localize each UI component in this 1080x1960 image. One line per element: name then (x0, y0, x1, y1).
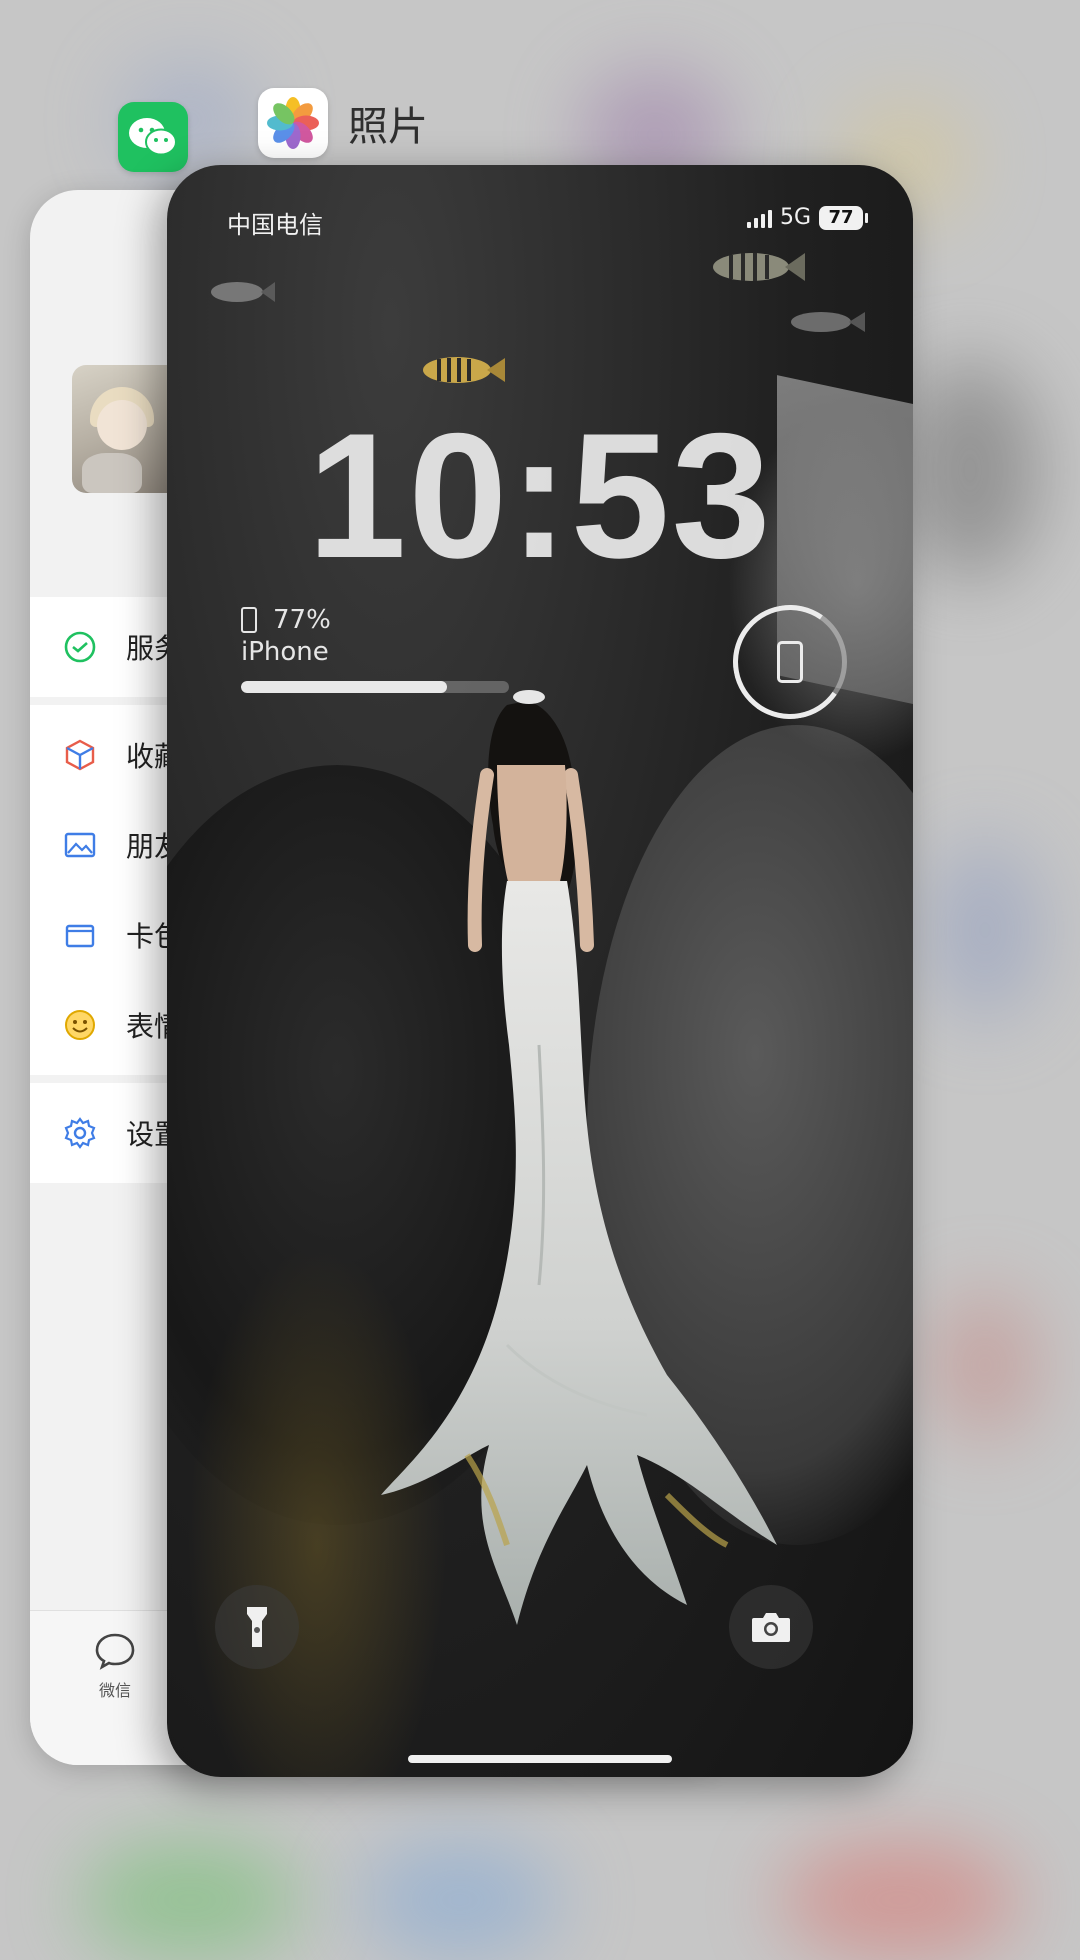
service-icon (60, 627, 100, 667)
photos-app-icon[interactable] (258, 88, 328, 158)
settings-icon (60, 1113, 100, 1153)
battery-progress-fill (241, 681, 448, 693)
chat-bubble-icon (95, 1633, 135, 1670)
flashlight-icon (247, 1607, 267, 1647)
background-blur (360, 1840, 560, 1960)
carrier-label: 中国电信 (227, 211, 323, 239)
card-wallet-icon (60, 915, 100, 955)
background-blur (80, 1840, 300, 1960)
sticker-icon (60, 1005, 100, 1045)
status-indicators: 5G 77 (746, 205, 868, 230)
background-blur (930, 1290, 1040, 1440)
battery-widget[interactable]: 77% iPhone (241, 605, 521, 693)
photos-app-card[interactable]: 中国电信 5G 77 10:53 77% iPhone (167, 165, 913, 1777)
favorites-icon (60, 735, 100, 775)
tab-chats-label: 微信 (98, 1681, 131, 1700)
phone-battery-icon (241, 607, 257, 633)
home-indicator[interactable] (408, 1755, 672, 1763)
battery-device-name: iPhone (241, 637, 329, 667)
moments-icon (60, 825, 100, 865)
wechat-app-label[interactable] (118, 102, 188, 172)
signal-strength-icon (746, 208, 772, 228)
profile-avatar[interactable] (72, 365, 182, 493)
camera-button[interactable] (729, 1585, 813, 1669)
battery-ring-widget[interactable] (723, 595, 857, 729)
battery-progress-bar (241, 681, 509, 693)
status-bar: 中国电信 5G 77 (167, 165, 913, 255)
wechat-app-icon[interactable] (118, 102, 188, 172)
flashlight-button[interactable] (215, 1585, 299, 1669)
photos-app-name: 照片 (348, 104, 428, 150)
background-blur (900, 360, 1040, 580)
background-blur (780, 1840, 1020, 1960)
photos-app-label[interactable]: 照片 (258, 88, 428, 158)
background-blur (930, 840, 1040, 1020)
battery-percent: 77% (273, 605, 331, 635)
battery-indicator: 77 (819, 205, 868, 230)
tab-chats[interactable]: 微信 24 (80, 1625, 214, 1701)
lockscreen-clock: 10:53 (307, 396, 773, 595)
network-type: 5G (779, 205, 811, 230)
camera-icon (752, 1613, 790, 1642)
